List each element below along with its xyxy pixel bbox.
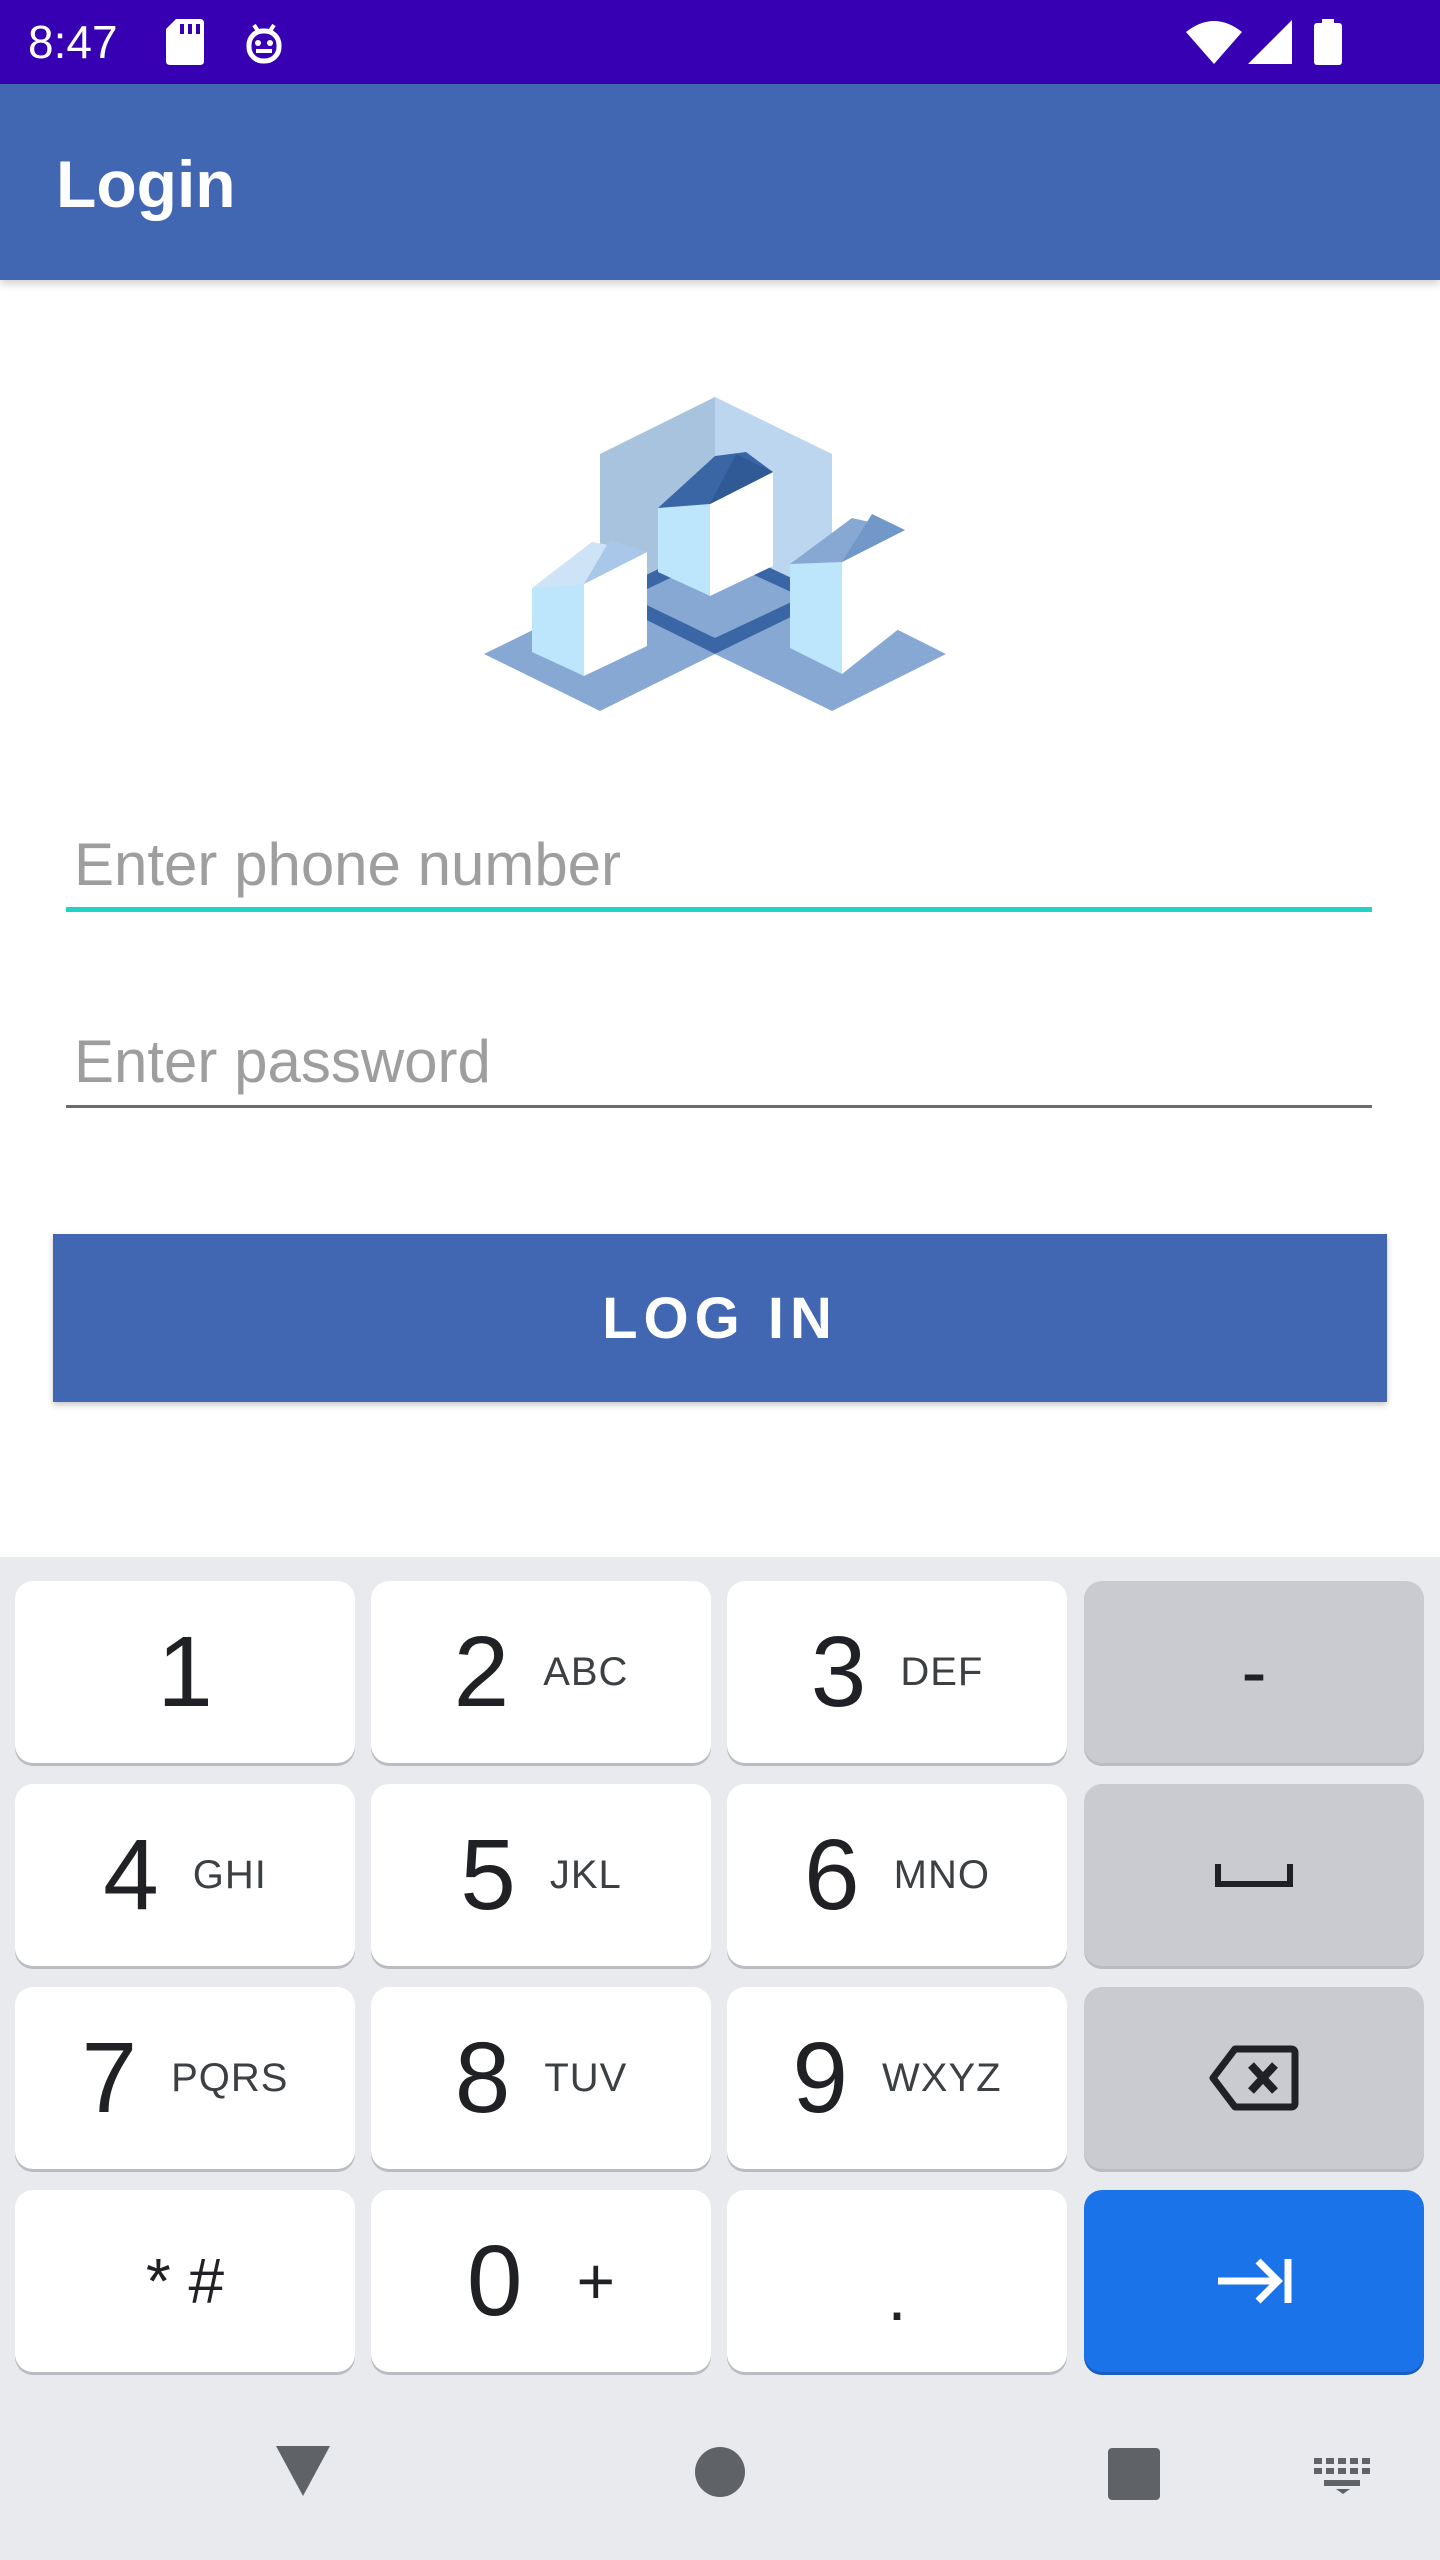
key-7[interactable]: 7 PQRS [15, 1987, 355, 2169]
battery-icon [1314, 14, 1342, 70]
key-1[interactable]: 1 [15, 1581, 355, 1763]
key-symbol: - [1241, 1629, 1267, 1715]
app-bar: Login [0, 84, 1440, 280]
key-3[interactable]: 3 DEF [727, 1581, 1067, 1763]
key-space[interactable] [1084, 1784, 1424, 1966]
key-0[interactable]: 0 + [371, 2190, 711, 2372]
key-letters: ABC [543, 1649, 629, 1694]
key-symbol: . [887, 2257, 907, 2335]
key-letters: TUV [544, 2055, 628, 2100]
page-title: Login [56, 147, 236, 221]
key-backspace[interactable] [1084, 1987, 1424, 2169]
key-4[interactable]: 4 GHI [15, 1784, 355, 1966]
space-bar-icon [1215, 1864, 1293, 1887]
key-star-hash[interactable]: * # [15, 2190, 355, 2372]
key-letters: MNO [893, 1852, 990, 1897]
login-button[interactable]: LOG IN [53, 1234, 1387, 1402]
wifi-icon [1186, 14, 1242, 70]
next-field-icon [1218, 2258, 1292, 2304]
home-icon[interactable] [694, 2446, 746, 2498]
back-icon[interactable] [274, 2444, 332, 2498]
recents-icon[interactable] [1108, 2448, 1160, 2500]
key-letters: + [576, 2244, 616, 2318]
key-digit: 6 [804, 1819, 860, 1931]
navigation-bar [0, 2400, 1440, 2560]
key-2[interactable]: 2 ABC [371, 1581, 711, 1763]
key-digit: 7 [81, 2022, 138, 2134]
key-next[interactable] [1084, 2190, 1424, 2372]
key-minus[interactable]: - [1084, 1581, 1424, 1763]
key-letters: JKL [549, 1852, 622, 1897]
key-symbol: * # [145, 2245, 225, 2317]
key-letters: PQRS [171, 2055, 289, 2100]
keyboard-switch-icon[interactable] [1314, 2458, 1372, 2494]
backspace-icon [1209, 2045, 1299, 2111]
key-letters: WXYZ [882, 2055, 1002, 2100]
key-digit: 2 [453, 1616, 510, 1728]
key-digit: 4 [103, 1819, 159, 1931]
debug-icon [244, 14, 284, 70]
key-dot[interactable]: . [727, 2190, 1067, 2372]
key-digit: 5 [460, 1819, 516, 1931]
key-digit: 8 [454, 2022, 511, 2134]
key-letters: GHI [192, 1852, 267, 1897]
status-bar: 8:47 [0, 0, 1440, 84]
houses-logo-icon [480, 392, 960, 732]
key-digit: 0 [466, 2225, 523, 2337]
key-6[interactable]: 6 MNO [727, 1784, 1067, 1966]
sd-card-icon [166, 14, 204, 70]
key-letters: DEF [900, 1649, 984, 1694]
key-9[interactable]: 9 WXYZ [727, 1987, 1067, 2169]
phone-number-input[interactable] [66, 822, 1372, 912]
key-digit: 1 [157, 1616, 213, 1728]
key-digit: 3 [810, 1616, 867, 1728]
key-digit: 9 [792, 2022, 849, 2134]
status-time: 8:47 [28, 16, 118, 68]
key-8[interactable]: 8 TUV [371, 1987, 711, 2169]
signal-icon [1248, 14, 1292, 70]
password-input[interactable] [66, 1018, 1372, 1108]
key-5[interactable]: 5 JKL [371, 1784, 711, 1966]
